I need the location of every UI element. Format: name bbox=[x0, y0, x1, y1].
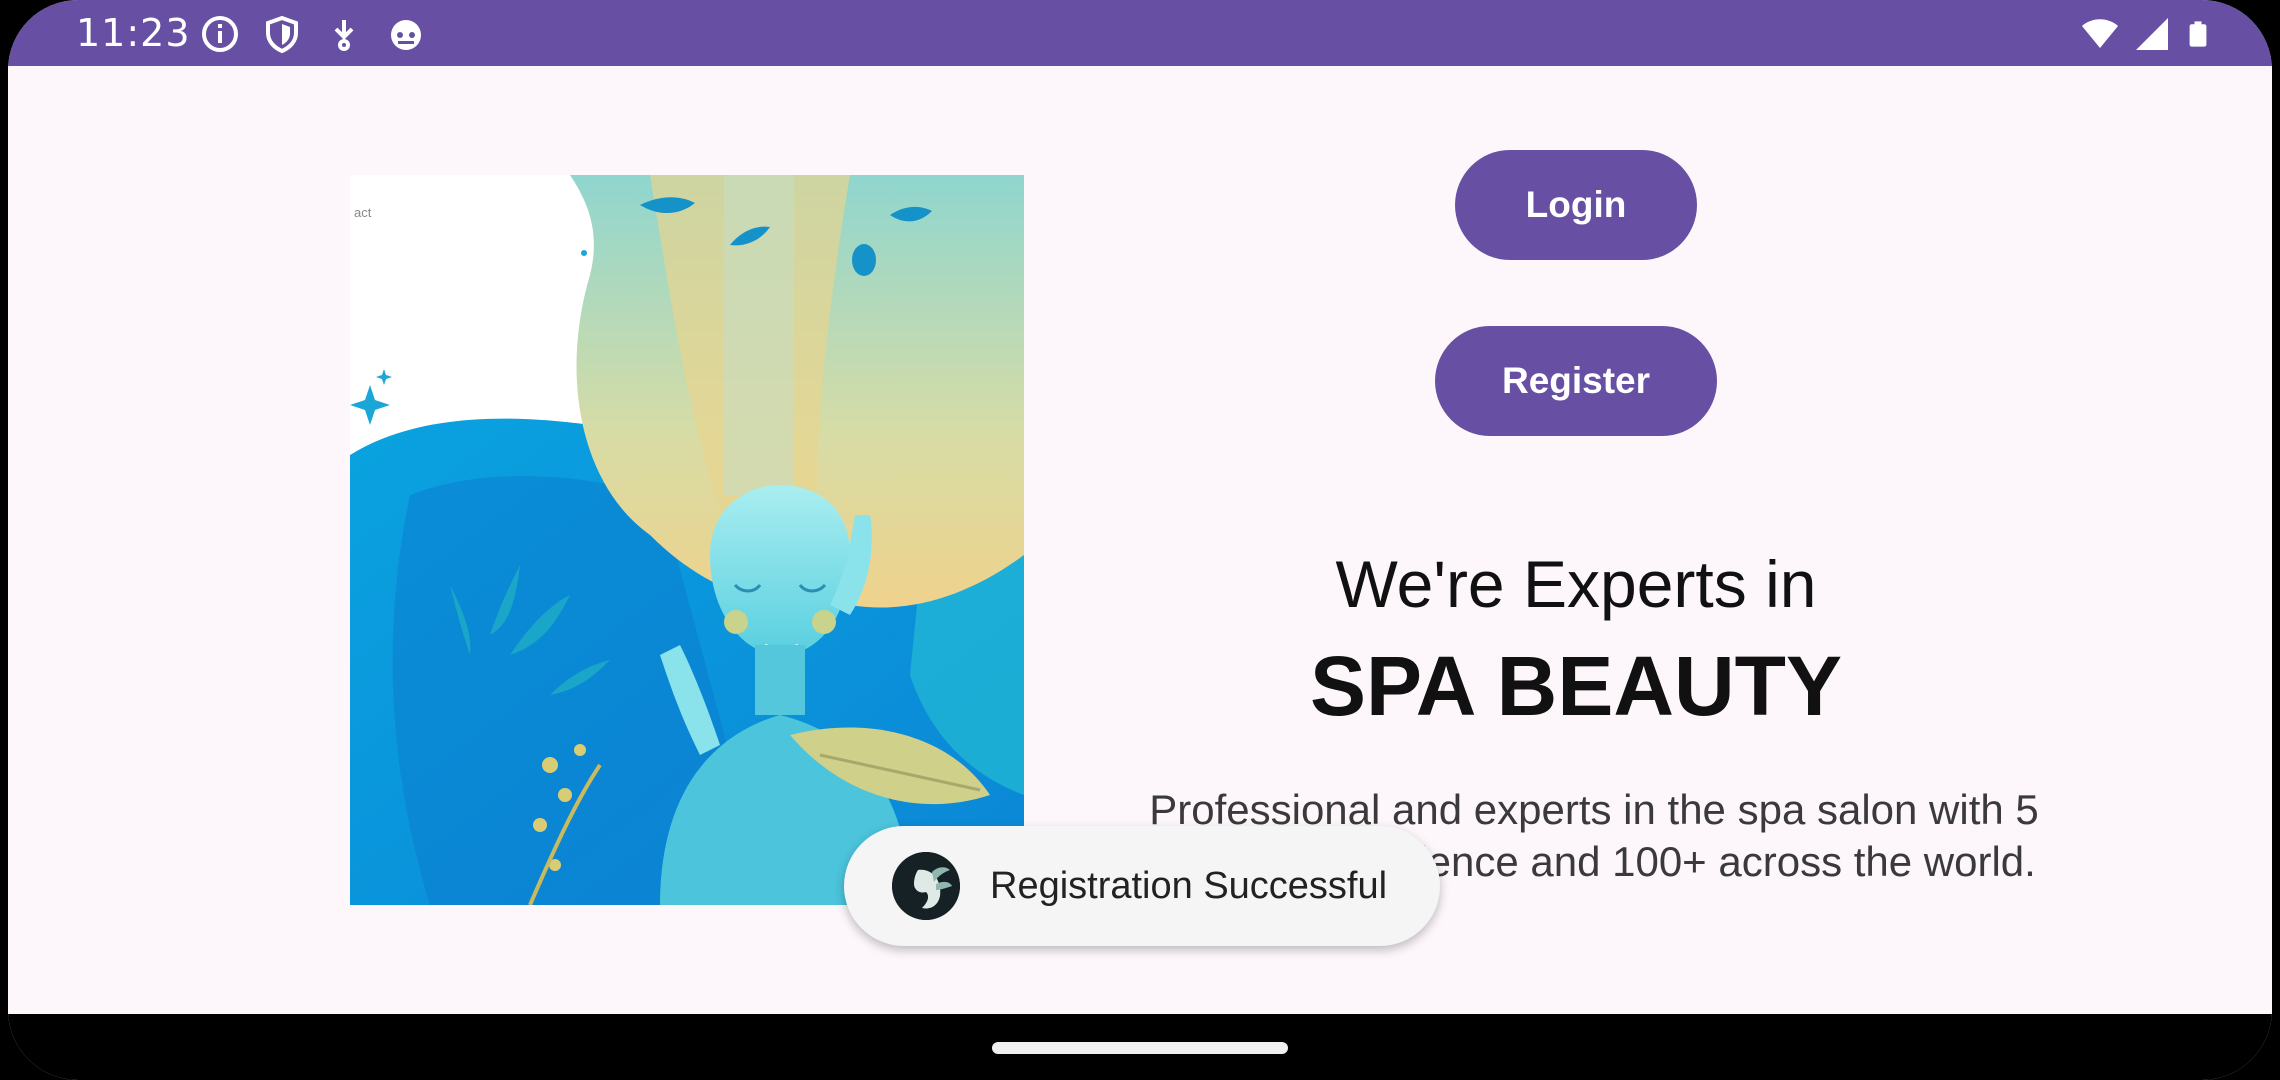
status-icons-right bbox=[2080, 14, 2212, 54]
headline-line2: SPA BEAUTY bbox=[1309, 639, 1843, 733]
login-button[interactable]: Login bbox=[1455, 150, 1697, 260]
status-time: 11:23 bbox=[76, 11, 191, 55]
battery-icon bbox=[2189, 21, 2207, 47]
toast-message: Registration Successful bbox=[990, 864, 1388, 907]
download-icon bbox=[334, 20, 354, 51]
wifi-icon bbox=[2082, 19, 2118, 48]
signal-icon bbox=[2136, 18, 2168, 50]
spa-hero-image: act bbox=[350, 175, 1024, 905]
phone-screen: 11:23 act Login Register We're Experts i… bbox=[8, 0, 2272, 1080]
navigation-bar bbox=[8, 1014, 2272, 1080]
spa-logo-icon bbox=[892, 852, 960, 920]
status-icons-left bbox=[200, 14, 426, 54]
hero-tag-text: act bbox=[354, 205, 372, 220]
main-content: act Login Register We're Experts in SPA … bbox=[8, 66, 2272, 1014]
register-button[interactable]: Register bbox=[1435, 326, 1717, 436]
toast-notification: Registration Successful bbox=[844, 826, 1440, 946]
info-icon bbox=[202, 16, 238, 52]
android-icon bbox=[391, 20, 421, 50]
status-bar: 11:23 bbox=[8, 0, 2272, 66]
headline-line1: We're Experts in bbox=[1335, 547, 1817, 621]
shield-icon bbox=[266, 15, 298, 54]
home-gesture-handle[interactable] bbox=[992, 1042, 1288, 1054]
spa-woman-illustration bbox=[350, 175, 1024, 905]
